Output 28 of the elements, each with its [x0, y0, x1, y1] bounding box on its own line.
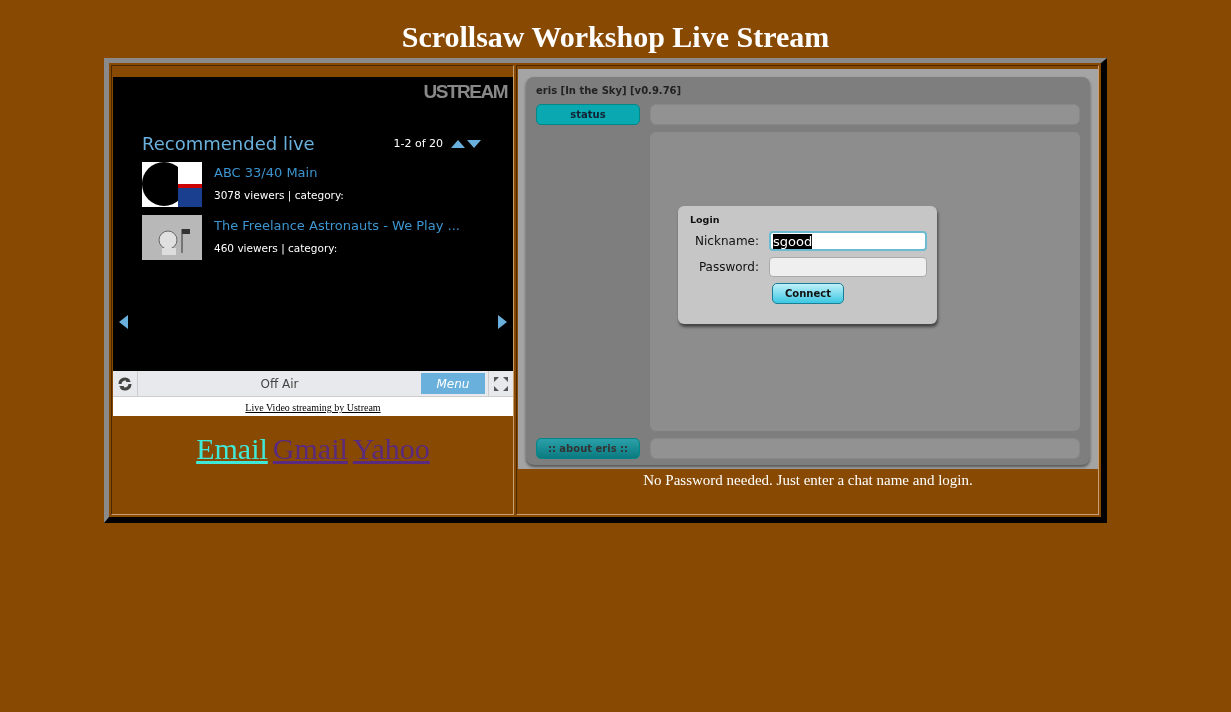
credit-link[interactable]: Live Video streaming by Ustream — [245, 402, 381, 413]
channel-link[interactable]: The Freelance Astronauts - We Play ... — [214, 218, 460, 233]
mail-link[interactable]: Email — [196, 432, 268, 466]
channel-info: 3078 viewers | category: — [214, 189, 344, 201]
status-text: Off Air — [259, 376, 300, 391]
note-text: No Password needed. Just enter a chat name and login. — [642, 472, 974, 489]
field-label: Nickname: — [695, 234, 759, 248]
page-count: 1-2 of 20 — [393, 137, 443, 150]
nickname-field[interactable]: sgood — [769, 231, 927, 251]
page-title: Scrollsaw Workshop Live Stream — [400, 19, 831, 55]
refresh-icon — [117, 375, 133, 392]
status-button[interactable]: status — [536, 104, 640, 125]
about-button[interactable]: :: about eris :: — [536, 438, 640, 459]
app-title: eris [In the Sky] [v0.9.76] — [536, 85, 683, 97]
left-arrow-icon[interactable] — [119, 315, 128, 329]
down-arrow-icon[interactable] — [467, 137, 481, 150]
right-arrow-icon[interactable] — [498, 315, 507, 329]
expand-icon — [493, 375, 509, 392]
section-title: Recommended live — [142, 133, 315, 154]
channel-logo[interactable] — [142, 162, 202, 207]
connect-button[interactable]: Connect — [772, 283, 844, 304]
field-label: Password: — [698, 260, 759, 274]
channel-info: 460 viewers | category: — [214, 242, 339, 254]
dialog-title: Login — [690, 214, 721, 225]
photo-placeholder[interactable] — [142, 215, 202, 260]
brand-logo: USTREAM — [422, 81, 507, 103]
channel-link[interactable]: ABC 33/40 Main — [214, 165, 344, 180]
password-field[interactable] — [769, 257, 927, 277]
